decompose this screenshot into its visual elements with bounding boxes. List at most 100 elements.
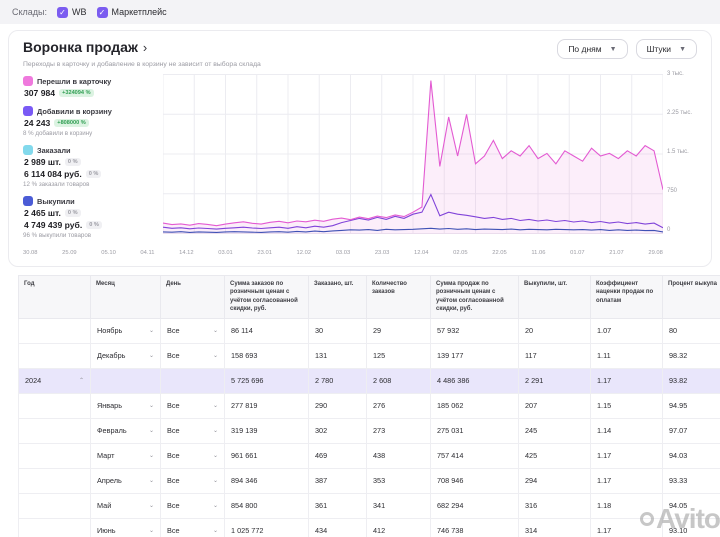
x-tick-label: 23.01 (257, 250, 272, 256)
chevron-down-icon: ⌄ (213, 502, 218, 509)
day-select-cell[interactable]: Все⌄ (161, 494, 225, 518)
chevron-right-icon[interactable]: › (143, 40, 147, 55)
purchase-icon (23, 196, 33, 206)
value-cell: 1.07 (591, 319, 663, 343)
value-cell: 319 139 (225, 419, 309, 443)
month-cell[interactable]: Ноябрь⌄ (91, 319, 161, 343)
value-cell: 353 (367, 469, 431, 493)
value-cell: 1.17 (591, 369, 663, 393)
day-select-cell[interactable]: Все⌄ (161, 444, 225, 468)
month-cell[interactable]: Январь⌄ (91, 394, 161, 418)
value-cell: 139 177 (431, 344, 519, 368)
x-tick-label: 01.07 (570, 250, 585, 256)
chevron-up-icon: ⌃ (79, 377, 84, 384)
warehouses-label: Склады: (12, 7, 47, 17)
day-select-cell[interactable]: Все⌄ (161, 419, 225, 443)
page-title: Воронка продаж (23, 39, 138, 55)
value-cell: 682 294 (431, 494, 519, 518)
value-cell: 757 414 (431, 444, 519, 468)
value-cell: 57 932 (431, 319, 519, 343)
value-cell: 1.15 (591, 394, 663, 418)
chevron-down-icon: ⌄ (149, 452, 154, 459)
value-cell: 86 114 (225, 319, 309, 343)
chevron-down-icon: ⌄ (149, 502, 154, 509)
x-tick-label: 29.08 (648, 250, 663, 256)
value-cell: 2 780 (309, 369, 367, 393)
value-cell: 2 608 (367, 369, 431, 393)
value-cell: 30 (309, 319, 367, 343)
value-cell: 894 346 (225, 469, 309, 493)
value-cell: 316 (519, 494, 591, 518)
value-cell: 29 (367, 319, 431, 343)
order-icon (23, 145, 33, 155)
day-select-cell[interactable]: Все⌄ (161, 394, 225, 418)
month-cell[interactable]: Март⌄ (91, 444, 161, 468)
period-select[interactable]: По дням ▼ (557, 39, 627, 59)
conversion-note: 12 % заказали товаров (23, 181, 153, 188)
month-cell (91, 369, 161, 393)
chevron-down-icon: ⌄ (149, 477, 154, 484)
value-cell: 94.95 (663, 394, 720, 418)
x-tick-label: 04.11 (140, 250, 154, 256)
month-cell[interactable]: Май⌄ (91, 494, 161, 518)
x-tick-label: 23.03 (375, 250, 390, 256)
col-header: Выкупили, шт. (519, 276, 591, 318)
value-cell: 275 031 (431, 419, 519, 443)
warehouse-checkbox-wb[interactable]: ✓ WB (57, 7, 87, 18)
month-cell[interactable]: Февраль⌄ (91, 419, 161, 443)
value-cell: 4 486 386 (431, 369, 519, 393)
warehouse-checkbox-marketplace[interactable]: ✓ Маркетплейс (97, 7, 167, 18)
month-row: Март⌄Все⌄961 661469438757 4144251.1794.0… (18, 444, 720, 469)
value-cell: 276 (367, 394, 431, 418)
funnel-chart: 3 тыс.2.25 тыс.1.5 тыс.7500 (163, 74, 697, 247)
checkbox-check-icon: ✓ (97, 7, 108, 18)
year-cell (19, 419, 91, 443)
value-cell: 1.11 (591, 344, 663, 368)
x-tick-label: 22.05 (492, 250, 507, 256)
col-header: Сумма продаж по розничным ценам с учётом… (431, 276, 519, 318)
conversion-note: 96 % выкупили товаров (23, 232, 153, 239)
day-select-cell[interactable]: Все⌄ (161, 344, 225, 368)
month-cell[interactable]: Апрель⌄ (91, 469, 161, 493)
growth-badge: 0 % (86, 221, 102, 229)
chevron-down-icon: ▼ (610, 46, 617, 53)
x-tick-label: 21.07 (609, 250, 624, 256)
col-header: Заказано, шт. (309, 276, 367, 318)
chevron-down-icon: ⌄ (213, 452, 218, 459)
month-row: Ноябрь⌄Все⌄86 114302957 932201.0780 (18, 319, 720, 344)
value-cell: 425 (519, 444, 591, 468)
table-body: Ноябрь⌄Все⌄86 114302957 932201.0780Декаб… (18, 319, 720, 537)
value-cell: 207 (519, 394, 591, 418)
value-cell: 1.17 (591, 469, 663, 493)
day-select-cell[interactable]: Все⌄ (161, 319, 225, 343)
value-cell: 438 (367, 444, 431, 468)
card-visit-icon (23, 76, 33, 86)
year-cell (19, 344, 91, 368)
year-summary-row: 2024⌃5 725 6962 7802 6084 486 3862 2911.… (18, 369, 720, 394)
conversion-note: 8 % добавили в корзину (23, 130, 153, 137)
month-cell[interactable]: Июнь⌄ (91, 519, 161, 537)
x-tick-label: 14.12 (179, 250, 194, 256)
value-cell: 117 (519, 344, 591, 368)
col-header: Коэффициент наценки продаж по оплатам (591, 276, 663, 318)
funnel-step-ordered: Заказали 2 989 шт. 0 % 6 114 084 руб. 0 … (23, 145, 153, 188)
warehouse-filter-bar: Склады: ✓ WB ✓ Маркетплейс (0, 0, 720, 24)
y-tick-label: 1.5 тыс. (667, 149, 697, 155)
chevron-down-icon: ⌄ (213, 352, 218, 359)
value-cell: 97.07 (663, 419, 720, 443)
col-header: Год (19, 276, 91, 318)
card-subtitle: Переходы в карточку и добавление в корзи… (23, 61, 697, 68)
value-cell: 361 (309, 494, 367, 518)
chevron-down-icon: ▼ (679, 46, 686, 53)
funnel-step-visited-card: Перешли в карточку 307 984 +324094 % (23, 76, 153, 98)
x-tick-label: 12.04 (414, 250, 429, 256)
growth-badge: +324094 % (59, 89, 93, 97)
year-cell (19, 469, 91, 493)
units-select[interactable]: Штуки ▼ (636, 39, 697, 59)
value-cell: 98.32 (663, 344, 720, 368)
day-select-cell[interactable]: Все⌄ (161, 519, 225, 537)
value-cell: 94.03 (663, 444, 720, 468)
day-select-cell[interactable]: Все⌄ (161, 469, 225, 493)
year-cell[interactable]: 2024⌃ (19, 369, 91, 393)
month-cell[interactable]: Декабрь⌄ (91, 344, 161, 368)
